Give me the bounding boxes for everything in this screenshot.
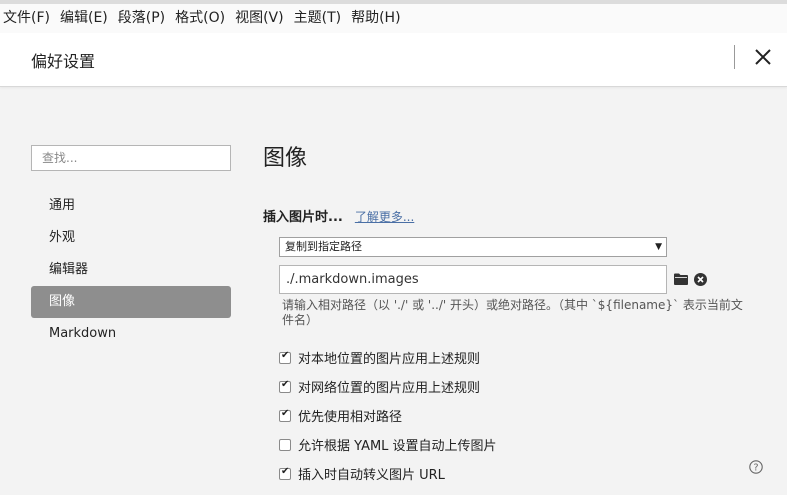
settings-panel: 图像 插入图片时... 了解更多... 复制到指定路径 ▼ 请输入相对路径（以 … <box>263 140 773 483</box>
preferences-header: 偏好设置 <box>0 33 787 87</box>
page-title: 偏好设置 <box>31 52 96 71</box>
checkbox-local-images[interactable] <box>279 350 291 364</box>
search-input[interactable] <box>31 145 231 171</box>
path-hint-text: 请输入相对路径（以 './' 或 '../' 开头）或绝对路径。（其中 `${f… <box>282 298 743 327</box>
help-icon[interactable]: ? <box>749 460 763 474</box>
sidebar-item-appearance[interactable]: 外观 <box>31 222 231 254</box>
menu-paragraph[interactable]: 段落(P) <box>114 4 171 33</box>
menu-help[interactable]: 帮助(H) <box>347 4 406 33</box>
option-label: 对本地位置的图片应用上述规则 <box>298 352 481 367</box>
option-network-images[interactable]: 对网络位置的图片应用上述规则 <box>279 372 497 401</box>
image-path-input[interactable] <box>279 265 667 294</box>
sidebar-item-editor[interactable]: 编辑器 <box>31 254 231 286</box>
insert-image-row: 插入图片时... 了解更多... <box>263 206 414 225</box>
checkbox-relative-path[interactable] <box>279 408 291 422</box>
sidebar-item-image[interactable]: 图像 <box>31 286 231 318</box>
menu-file[interactable]: 文件(F) <box>0 4 56 33</box>
option-label: 对网络位置的图片应用上述规则 <box>298 381 481 396</box>
option-label: 允许根据 YAML 设置自动上传图片 <box>298 439 497 454</box>
option-label: 插入时自动转义图片 URL <box>298 468 445 483</box>
sidebar-nav: 通用 外观 编辑器 图像 Markdown <box>31 190 231 350</box>
learn-more-link[interactable]: 了解更多... <box>355 208 414 225</box>
menu-view[interactable]: 视图(V) <box>231 4 290 33</box>
insert-action-select[interactable]: 复制到指定路径 ▼ <box>279 237 667 257</box>
clear-icon[interactable] <box>694 273 707 286</box>
option-yaml-upload[interactable]: 允许根据 YAML 设置自动上传图片 <box>279 430 497 459</box>
option-label: 优先使用相对路径 <box>298 410 403 425</box>
folder-icon[interactable] <box>674 273 688 285</box>
options-list: 对本地位置的图片应用上述规则 对网络位置的图片应用上述规则 优先使用相对路径 允… <box>279 343 497 488</box>
chevron-down-icon: ▼ <box>655 242 662 252</box>
svg-text:?: ? <box>753 463 758 474</box>
menu-edit[interactable]: 编辑(E) <box>56 4 114 33</box>
option-local-images[interactable]: 对本地位置的图片应用上述规则 <box>279 343 497 372</box>
insert-action-value: 复制到指定路径 <box>285 240 362 253</box>
checkbox-yaml-upload[interactable] <box>279 438 291 451</box>
header-divider <box>734 45 735 69</box>
sidebar-item-markdown[interactable]: Markdown <box>31 318 231 350</box>
menu-bar: 文件(F) 编辑(E) 段落(P) 格式(O) 视图(V) 主题(T) 帮助(H… <box>0 0 787 33</box>
checkbox-network-images[interactable] <box>279 379 291 393</box>
section-heading: 图像 <box>263 146 308 171</box>
insert-image-label: 插入图片时... <box>263 210 343 225</box>
close-icon[interactable] <box>752 46 774 68</box>
sidebar-item-general[interactable]: 通用 <box>31 190 231 222</box>
checkbox-escape-url[interactable] <box>279 466 291 480</box>
option-escape-url[interactable]: 插入时自动转义图片 URL <box>279 459 497 488</box>
menu-format[interactable]: 格式(O) <box>171 4 231 33</box>
option-relative-path[interactable]: 优先使用相对路径 <box>279 401 497 430</box>
menu-theme[interactable]: 主题(T) <box>290 4 347 33</box>
